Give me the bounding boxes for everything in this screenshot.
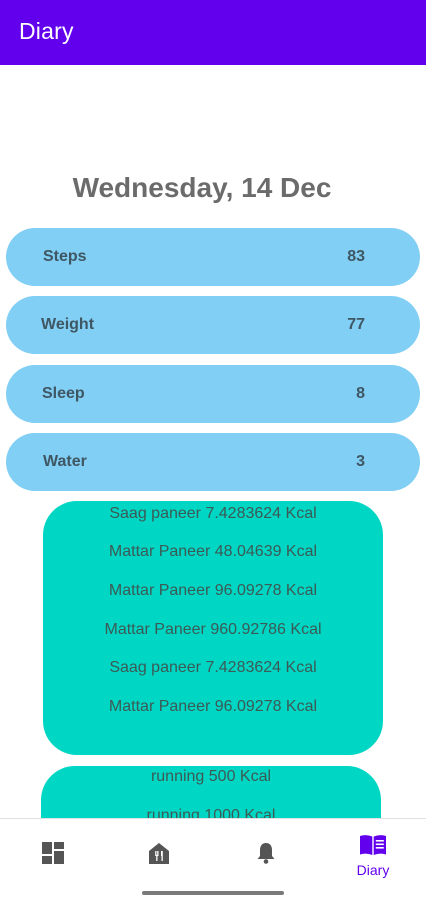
stat-label: Sleep xyxy=(42,385,85,402)
nav-diary-label: Diary xyxy=(356,862,390,878)
stat-card-sleep[interactable]: Sleep 8 xyxy=(6,365,420,423)
date-heading: Wednesday, 14 Dec xyxy=(72,172,332,203)
bell-icon xyxy=(257,843,275,864)
stat-label: Steps xyxy=(43,248,87,265)
stat-card-weight[interactable]: Weight 77 xyxy=(6,296,420,354)
stat-label: Water xyxy=(43,453,87,470)
app-title: Diary xyxy=(19,18,74,44)
stat-card-steps[interactable]: Steps 83 xyxy=(6,228,420,286)
food-entry: Mattar Paneer 96.09278 Kcal xyxy=(108,582,318,599)
food-log-card: Saag paneer 7.4283624 Kcal Mattar Paneer… xyxy=(43,501,383,755)
stat-value: 3 xyxy=(356,453,365,470)
stat-value: 83 xyxy=(347,248,365,265)
dashboard-icon xyxy=(42,842,64,864)
nav-dashboard[interactable] xyxy=(0,819,106,885)
food-entry: Mattar Paneer 96.09278 Kcal xyxy=(108,698,318,715)
stat-label: Weight xyxy=(41,316,95,333)
nav-diary[interactable]: Diary xyxy=(320,819,426,885)
stat-card-water[interactable]: Water 3 xyxy=(6,433,420,491)
exercise-entry: running 500 Kcal xyxy=(150,768,272,785)
food-entry: Saag paneer 7.4283624 Kcal xyxy=(109,505,317,522)
food-entry: Mattar Paneer 960.92786 Kcal xyxy=(104,621,322,638)
nav-food[interactable] xyxy=(106,819,212,885)
food-entry: Mattar Paneer 48.04639 Kcal xyxy=(108,543,318,560)
nav-notifications[interactable] xyxy=(213,819,319,885)
gesture-bar[interactable] xyxy=(142,891,284,895)
stat-value: 77 xyxy=(347,316,365,333)
stat-value: 8 xyxy=(356,385,365,402)
book-icon xyxy=(360,835,386,855)
app-bar: Diary xyxy=(0,0,426,65)
food-entry: Saag paneer 7.4283624 Kcal xyxy=(109,659,317,676)
restaurant-icon xyxy=(149,843,169,864)
